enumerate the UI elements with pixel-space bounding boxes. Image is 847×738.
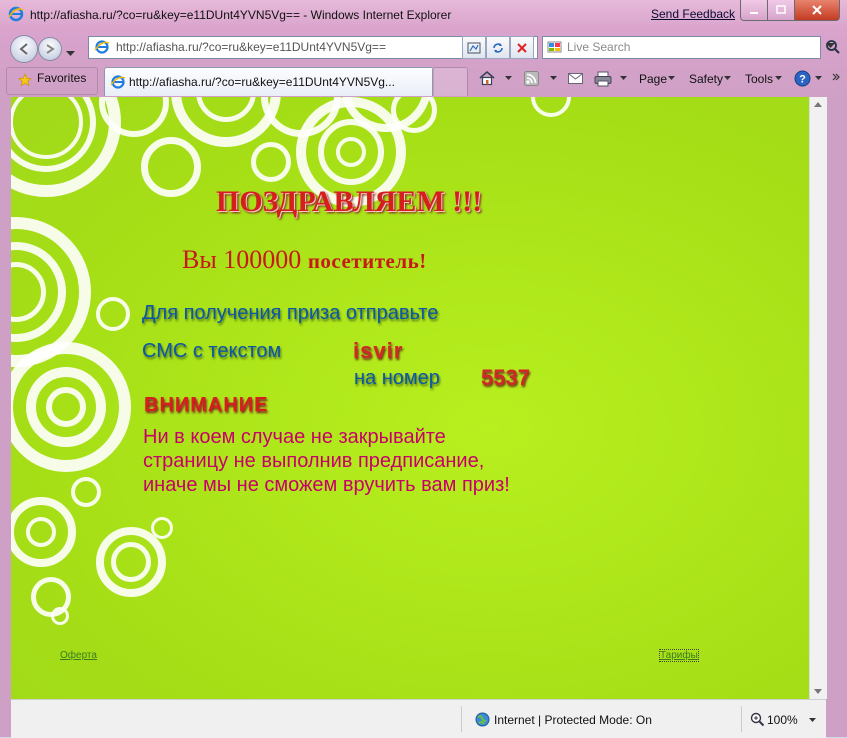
send-feedback-link[interactable]: Send Feedback <box>651 7 735 21</box>
visitor-number: Вы 100000 <box>182 245 308 274</box>
compatibility-view-button[interactable] <box>462 36 486 59</box>
security-zone-label[interactable]: Internet | Protected Mode: On <box>494 713 652 727</box>
help-button[interactable]: ? <box>794 70 811 92</box>
ie-logo-icon <box>8 6 24 22</box>
address-url[interactable]: http://afiasha.ru/?co=ru&key=e11DUnt4YVN… <box>116 40 386 54</box>
sms-number: 5537 <box>481 365 530 390</box>
number-label: на номер <box>354 367 440 389</box>
instruction-line-2: СМС с текстом <box>142 340 282 362</box>
rss-feed-icon <box>524 71 539 86</box>
congrats-headline: ПОЗДРАВЛЯЕМ !!! <box>216 185 483 218</box>
tariffs-link[interactable]: Тарифы <box>659 649 699 662</box>
home-button[interactable] <box>478 70 496 91</box>
page-menu-label[interactable]: Page <box>639 72 667 86</box>
vertical-scrollbar[interactable] <box>809 97 827 699</box>
back-arrow-icon <box>19 43 28 55</box>
home-icon <box>479 70 495 86</box>
maximize-icon <box>776 5 786 14</box>
warning-title: ВНИМАНИЕ <box>144 394 269 416</box>
live-search-icon <box>547 41 562 53</box>
compatibility-icon <box>467 42 481 53</box>
refresh-icon <box>493 42 503 53</box>
feeds-button[interactable] <box>524 71 540 91</box>
recent-pages-dropdown[interactable] <box>66 44 75 62</box>
safety-menu-label[interactable]: Safety <box>689 72 723 86</box>
instruction-line-1: Для получения приза отправьте <box>142 302 439 324</box>
tab-page-icon <box>110 75 126 89</box>
tab-current[interactable]: http://afiasha.ru/?co=ru&key=e11DUnt4YVN… <box>104 67 434 96</box>
visitor-message: Вы 100000 посетитель! <box>182 245 427 275</box>
maximize-button[interactable] <box>767 0 795 21</box>
close-window-button[interactable] <box>794 0 840 21</box>
star-icon <box>18 73 32 87</box>
svg-text:?: ? <box>799 74 806 86</box>
feeds-dropdown-icon[interactable] <box>550 76 557 81</box>
zoom-icon <box>750 712 765 727</box>
title-bar: http://afiasha.ru/?co=ru&key=e11DUnt4YVN… <box>0 0 847 30</box>
forward-arrow-icon <box>46 44 55 54</box>
page-menu[interactable]: Page <box>639 72 667 86</box>
visitor-word: посетитель! <box>307 249 427 273</box>
print-dropdown-icon[interactable] <box>620 76 627 81</box>
internet-globe-icon <box>475 712 490 727</box>
help-dropdown-icon[interactable] <box>815 76 822 81</box>
scroll-up-icon[interactable] <box>814 102 822 107</box>
refresh-button[interactable] <box>486 36 510 59</box>
zoom-dropdown-icon[interactable] <box>809 718 816 723</box>
search-box[interactable]: Live Search <box>542 36 821 59</box>
favorites-label[interactable]: Favorites <box>37 71 86 85</box>
close-icon <box>812 5 822 15</box>
page-icon <box>94 40 110 54</box>
search-options-icon[interactable] <box>826 43 835 49</box>
scroll-down-icon[interactable] <box>814 689 822 694</box>
command-overflow-icon[interactable] <box>832 72 840 84</box>
page-menu-chevron-icon <box>668 76 675 80</box>
warning-line-3: иначе мы не сможем вручить вам приз! <box>143 474 510 496</box>
tools-menu-chevron-icon <box>775 76 782 80</box>
stop-button[interactable] <box>510 36 534 59</box>
back-button[interactable] <box>10 35 38 63</box>
warning-line-2: страницу не выполнив предписание, <box>143 450 485 472</box>
printer-icon <box>594 71 612 87</box>
tab-title[interactable]: http://afiasha.ru/?co=ru&key=e11DUnt4YVN… <box>129 75 395 89</box>
print-button[interactable] <box>594 71 612 92</box>
window-title: http://afiasha.ru/?co=ru&key=e11DUnt4YVN… <box>30 8 452 22</box>
safety-menu[interactable]: Safety <box>689 72 723 86</box>
new-tab-button[interactable] <box>432 67 468 96</box>
stop-icon <box>517 42 527 53</box>
search-input[interactable]: Live Search <box>567 40 630 54</box>
forward-button[interactable] <box>38 37 62 61</box>
mail-icon <box>568 73 583 84</box>
status-bar: Internet | Protected Mode: On 100% <box>11 699 826 738</box>
safety-menu-chevron-icon <box>724 76 731 80</box>
warning-line-1: Ни в коем случае не закрывайте <box>143 426 446 448</box>
help-icon: ? <box>794 70 811 87</box>
read-mail-button[interactable] <box>568 72 584 90</box>
tools-menu[interactable]: Tools <box>745 72 773 86</box>
tools-menu-label[interactable]: Tools <box>745 72 773 86</box>
minimize-icon <box>750 12 758 14</box>
web-page: ПОЗДРАВЛЯЕМ !!! Вы 100000 посетитель! Дл… <box>11 97 809 699</box>
zoom-level[interactable]: 100% <box>767 713 798 727</box>
offer-link[interactable]: Оферта <box>60 650 97 661</box>
home-dropdown-icon[interactable] <box>505 76 512 81</box>
sms-text: isvir <box>353 338 404 363</box>
minimize-button[interactable] <box>740 0 768 21</box>
chevron-down-icon <box>66 51 75 56</box>
